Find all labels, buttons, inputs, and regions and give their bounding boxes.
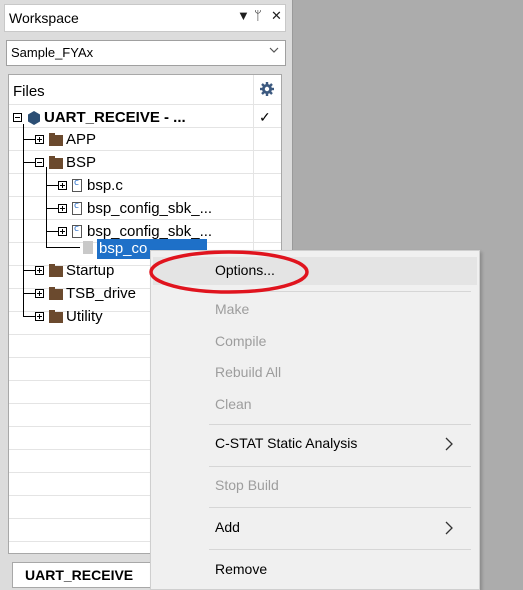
tree-connector bbox=[46, 208, 58, 209]
tab-uart-receive[interactable]: UART_RECEIVE bbox=[12, 562, 160, 588]
menu-separator bbox=[209, 549, 471, 550]
chevron-right-icon bbox=[445, 521, 453, 535]
menu-item-cstat[interactable]: C-STAT Static Analysis bbox=[151, 429, 479, 459]
project-node[interactable]: UART_RECEIVE - ... bbox=[44, 109, 186, 126]
menu-item-label: Add bbox=[215, 519, 240, 535]
menu-separator bbox=[209, 466, 471, 467]
folder-icon bbox=[49, 156, 63, 169]
menu-item-clean[interactable]: Clean bbox=[151, 390, 479, 420]
menu-separator bbox=[209, 507, 471, 508]
menu-item-remove[interactable]: Remove bbox=[151, 555, 479, 585]
row-divider bbox=[9, 196, 281, 197]
tree-item-selected-file[interactable]: bsp_co bbox=[99, 240, 147, 257]
row-divider bbox=[9, 104, 281, 105]
tree-connector bbox=[46, 167, 47, 247]
gear-icon[interactable] bbox=[259, 81, 275, 97]
c-file-icon bbox=[72, 178, 82, 192]
menu-item-label: Clean bbox=[215, 396, 252, 412]
tree-item-utility[interactable]: Utility bbox=[66, 308, 103, 325]
expand-toggle[interactable] bbox=[35, 289, 44, 298]
tree-connector bbox=[23, 270, 35, 271]
collapse-toggle[interactable] bbox=[35, 158, 44, 167]
tree-connector bbox=[23, 124, 24, 316]
tree-connector bbox=[23, 162, 35, 163]
menu-item-label: Stop Build bbox=[215, 477, 279, 493]
menu-item-rebuild-all[interactable]: Rebuild All bbox=[151, 358, 479, 388]
expand-toggle[interactable] bbox=[58, 227, 67, 236]
tree-connector bbox=[23, 293, 35, 294]
project-icon bbox=[28, 111, 40, 125]
files-column-header: Files bbox=[13, 83, 45, 100]
menu-item-compile[interactable]: Compile bbox=[151, 327, 479, 357]
c-file-icon bbox=[72, 201, 82, 215]
context-menu: Options... Make Compile Rebuild All Clea… bbox=[150, 250, 480, 590]
close-icon[interactable]: ✕ bbox=[271, 8, 282, 24]
c-file-icon bbox=[72, 224, 82, 238]
tree-connector bbox=[46, 231, 58, 232]
folder-icon bbox=[49, 287, 63, 300]
menu-item-add[interactable]: Add bbox=[151, 513, 479, 543]
tree-connector bbox=[46, 247, 80, 248]
tree-connector bbox=[23, 316, 35, 317]
workspace-titlebar: Workspace ▼ ᛘ ✕ bbox=[4, 4, 286, 32]
row-divider bbox=[9, 150, 281, 151]
expand-toggle[interactable] bbox=[35, 266, 44, 275]
tree-item-file[interactable]: bsp_config_sbk_... bbox=[87, 200, 212, 217]
configuration-select[interactable]: Sample_FYAx bbox=[6, 40, 286, 66]
folder-icon bbox=[49, 133, 63, 146]
row-divider bbox=[9, 127, 281, 128]
expand-toggle[interactable] bbox=[58, 181, 67, 190]
menu-item-make[interactable]: Make bbox=[151, 295, 479, 325]
menu-item-label: C-STAT Static Analysis bbox=[215, 435, 358, 451]
tree-item-startup[interactable]: Startup bbox=[66, 262, 114, 279]
menu-item-label: Compile bbox=[215, 333, 267, 349]
collapse-toggle[interactable] bbox=[13, 113, 22, 122]
row-divider bbox=[9, 219, 281, 220]
dropdown-arrow-icon[interactable]: ▼ bbox=[237, 8, 250, 23]
tree-connector bbox=[46, 185, 58, 186]
header-file-icon bbox=[83, 241, 93, 254]
highlight-ellipse bbox=[149, 250, 309, 294]
tree-item-file[interactable]: bsp_config_sbk_... bbox=[87, 223, 212, 240]
check-icon: ✓ bbox=[259, 109, 271, 125]
menu-item-label: Remove bbox=[215, 561, 268, 577]
tree-item-tsb-driver[interactable]: TSB_drive bbox=[66, 285, 136, 302]
folder-icon bbox=[49, 264, 63, 277]
menu-item-stop-build[interactable]: Stop Build bbox=[151, 471, 479, 501]
tree-connector bbox=[23, 139, 35, 140]
folder-icon bbox=[49, 310, 63, 323]
menu-separator bbox=[209, 424, 471, 425]
pin-icon[interactable]: ᛘ bbox=[254, 8, 262, 23]
tree-item-app[interactable]: APP bbox=[66, 131, 96, 148]
chevron-down-icon bbox=[269, 47, 279, 53]
menu-item-label: Make bbox=[215, 301, 250, 317]
expand-toggle[interactable] bbox=[35, 135, 44, 144]
chevron-right-icon bbox=[445, 437, 453, 451]
configuration-value: Sample_FYAx bbox=[11, 45, 94, 60]
tree-item-file[interactable]: bsp.c bbox=[87, 177, 123, 194]
menu-item-label: Rebuild All bbox=[215, 364, 282, 380]
tab-label: UART_RECEIVE bbox=[25, 567, 134, 583]
expand-toggle[interactable] bbox=[58, 204, 67, 213]
workspace-title: Workspace bbox=[9, 10, 79, 26]
expand-toggle[interactable] bbox=[35, 312, 44, 321]
tree-item-bsp[interactable]: BSP bbox=[66, 154, 96, 171]
row-divider bbox=[9, 173, 281, 174]
